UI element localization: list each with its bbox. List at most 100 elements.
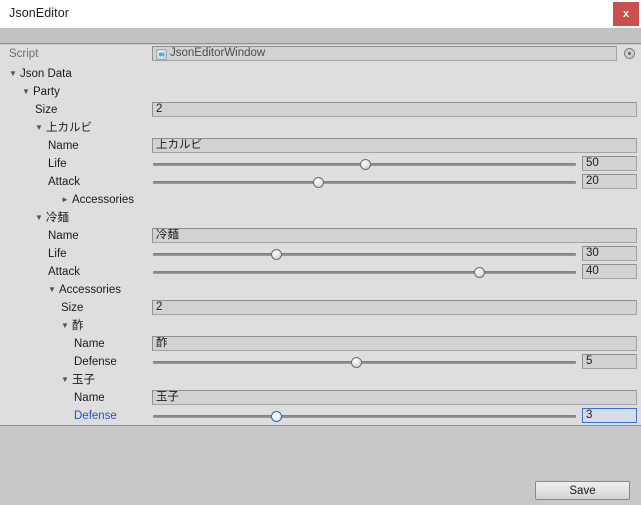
tree-row-label: 酢 [72, 320, 84, 332]
tree-row-label: Accessories [59, 284, 121, 296]
text-field[interactable]: 2 [152, 102, 637, 117]
tree-row: ▼ Json Data [0, 65, 641, 83]
slider[interactable] [153, 249, 576, 260]
script-object-value: JsonEditorWindow [170, 47, 266, 59]
tree-row: Life 30 [0, 245, 641, 263]
foldout-toggle[interactable]: ▼ Party [22, 85, 60, 99]
number-field[interactable]: 5 [582, 354, 637, 369]
tree-row-label: Json Data [20, 68, 72, 80]
tree-row-label: Life [48, 248, 67, 260]
tree-row: ▼ 玉子 [0, 371, 641, 389]
property-label: Name [74, 391, 105, 405]
inspector-scroll-area[interactable]: Script JsonEditorWindow ▼ Json Data ▼ Party… [0, 45, 641, 426]
tree-row: ▼ 上カルビ [0, 119, 641, 137]
foldout-toggle[interactable]: ▼ 玉子 [61, 373, 95, 387]
window-titlebar: JsonEditor x [0, 0, 641, 28]
tree-row-label: Party [33, 86, 60, 98]
number-field[interactable]: 20 [582, 174, 637, 189]
foldout-toggle[interactable]: ▼ Accessories [48, 283, 121, 297]
tree-row-label: 上カルビ [46, 122, 92, 134]
chevron-down-icon: ▼ [61, 375, 69, 384]
foldout-toggle[interactable]: ▼ 冷麺 [35, 211, 69, 225]
tree-row-label: Name [48, 230, 79, 242]
tree-row: Size 2 [0, 101, 641, 119]
property-label: Size [35, 103, 57, 117]
foldout-toggle[interactable]: ▼ Json Data [9, 67, 72, 81]
slider-track [153, 415, 576, 418]
text-field[interactable]: 玉子 [152, 390, 637, 405]
number-field[interactable]: 50 [582, 156, 637, 171]
cs-script-icon [156, 49, 167, 60]
tree-row-label: Life [48, 158, 67, 170]
tree-row-label: Name [48, 140, 79, 152]
script-row: Script JsonEditorWindow [0, 45, 641, 63]
slider[interactable] [153, 267, 576, 278]
tree-row: Name 酢 [0, 335, 641, 353]
property-label: Defense [74, 355, 117, 369]
tree-row: ▼ Accessories [0, 281, 641, 299]
tree-row: Attack 20 [0, 173, 641, 191]
tree-row: ▼ Party [0, 83, 641, 101]
tree-row-label: Attack [48, 266, 80, 278]
tree-row: Name 上カルビ [0, 137, 641, 155]
chevron-down-icon: ▼ [9, 69, 17, 78]
tree-row-label: 玉子 [72, 374, 95, 386]
tree-row: Defense 3 [0, 407, 641, 425]
slider[interactable] [153, 411, 576, 422]
property-label: Size [61, 301, 83, 315]
property-label: Life [48, 157, 67, 171]
property-label: Attack [48, 175, 80, 189]
text-field[interactable]: 上カルビ [152, 138, 637, 153]
tree-row: Size 2 [0, 299, 641, 317]
slider-thumb[interactable] [359, 159, 371, 170]
tree-row-label: Name [74, 338, 105, 350]
slider-track [153, 361, 576, 364]
property-label: Life [48, 247, 67, 261]
tree-row: Defense 5 [0, 353, 641, 371]
slider[interactable] [153, 357, 576, 368]
property-label: Attack [48, 265, 80, 279]
number-field[interactable]: 3 [582, 408, 637, 423]
chevron-down-icon: ▼ [48, 285, 56, 294]
chevron-down-icon: ▼ [35, 213, 43, 222]
text-field[interactable]: 2 [152, 300, 637, 315]
tree-row-label: Size [35, 104, 58, 116]
close-button[interactable]: x [613, 2, 639, 26]
property-label: Defense [74, 409, 117, 423]
slider-thumb[interactable] [270, 249, 282, 260]
slider-track [153, 253, 576, 256]
property-label: Name [48, 139, 79, 153]
foldout-toggle[interactable]: ▼ 酢 [61, 319, 84, 333]
slider[interactable] [153, 159, 576, 170]
slider-thumb[interactable] [473, 267, 485, 278]
tree-row: Life 50 [0, 155, 641, 173]
text-field[interactable]: 冷麺 [152, 228, 637, 243]
foldout-toggle[interactable]: ▼ 上カルビ [35, 121, 92, 135]
tree-row-label: Name [74, 392, 105, 404]
object-picker-icon[interactable] [624, 48, 635, 59]
tree-row-label: 冷麺 [46, 212, 69, 224]
slider-thumb[interactable] [351, 357, 363, 368]
tree-row-label: Attack [48, 176, 80, 188]
slider[interactable] [153, 177, 576, 188]
slider-thumb[interactable] [270, 411, 282, 422]
slider-track [153, 181, 576, 184]
window-toolbar [0, 28, 641, 44]
foldout-toggle[interactable]: ► Accessories [61, 193, 134, 207]
tree-row-label: Defense [74, 410, 117, 422]
tree-row-label: Defense [74, 356, 117, 368]
tree-row: ► Accessories [0, 191, 641, 209]
tree-row-label: Accessories [72, 194, 134, 206]
slider-thumb[interactable] [312, 177, 324, 188]
tree-row: ▼ 冷麺 [0, 209, 641, 227]
number-field[interactable]: 40 [582, 264, 637, 279]
script-object-field[interactable]: JsonEditorWindow [152, 46, 617, 61]
script-row-label: Script [9, 48, 39, 60]
chevron-down-icon: ▼ [35, 123, 43, 132]
window-title: JsonEditor [9, 6, 70, 20]
number-field[interactable]: 30 [582, 246, 637, 261]
chevron-right-icon: ► [61, 195, 69, 204]
save-button[interactable]: Save [535, 481, 630, 500]
text-field[interactable]: 酢 [152, 336, 637, 351]
tree-row-label: Size [61, 302, 84, 314]
